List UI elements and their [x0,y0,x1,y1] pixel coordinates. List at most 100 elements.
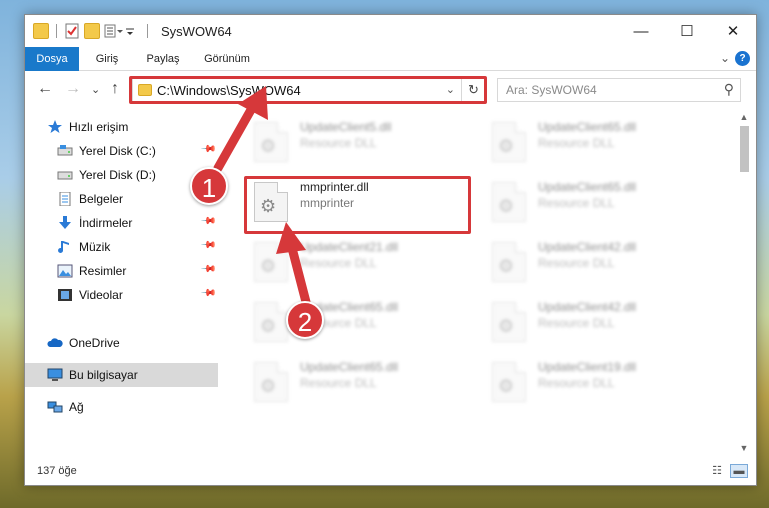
sidebar-item-quick-access[interactable]: Hızlı erişim [25,115,218,139]
tab-gorunum[interactable]: Görünüm [195,47,259,71]
list-item[interactable]: ⚙ UpdateClient65.dll Resource DLL [478,114,698,166]
pin-icon[interactable]: 📌 [199,237,216,254]
tab-paylas[interactable]: Paylaş [135,47,191,71]
file-name: UpdateClient19.dll [538,360,637,374]
sidebar-item-label: Müzik [79,240,111,254]
sidebar-item-this-pc[interactable]: Bu bilgisayar [25,363,218,387]
sidebar-item-onedrive[interactable]: OneDrive [25,331,218,355]
gear-icon: ⚙ [498,376,515,396]
pin-icon[interactable]: 📌 [199,261,216,278]
list-item[interactable]: ⚙ UpdateClient21.dll Resource DLL [240,234,460,286]
properties-icon[interactable] [64,23,80,39]
customize-toolbar-icon[interactable] [104,23,123,39]
list-item[interactable]: ⚙ UpdateClient65.dll Resource DLL [240,354,460,406]
new-folder-icon[interactable] [84,23,100,39]
documents-icon [57,191,73,207]
file-name: UpdateClient65.dll [538,180,637,194]
sidebar-item-label: İndirmeler [79,216,133,230]
music-icon [57,240,73,254]
close-button[interactable]: ✕ [710,15,756,47]
pictures-icon [57,264,73,278]
gear-icon: ⚙ [498,316,515,336]
tab-giris[interactable]: Giriş [83,47,131,71]
sidebar-item-local-disk-d[interactable]: Yerel Disk (D:) [25,163,218,187]
drive-icon [57,144,73,158]
sidebar-item-videos[interactable]: Videolar 📌 [25,283,218,307]
file-description: Resource DLL [538,256,615,270]
item-count: 137 öğe [37,465,77,477]
scroll-thumb[interactable] [740,126,749,172]
search-placeholder[interactable]: Ara: SysWOW64 [506,83,597,97]
status-bar: 137 öğe ☷ ▬ [25,459,756,485]
address-bar-highlight [129,76,487,104]
sidebar-item-label: Yerel Disk (D:) [79,168,156,182]
file-list: ⚙ UpdateClient5.dll Resource DLL ⚙ mmpri… [230,110,734,460]
step-2-badge: 2 [286,301,324,339]
pin-icon[interactable]: 📌 [199,213,216,230]
window-title: SysWOW64 [161,24,232,39]
sidebar-item-downloads[interactable]: İndirmeler 📌 [25,211,218,235]
up-button[interactable]: ↑ [111,80,119,98]
folder-icon[interactable] [33,23,49,39]
gear-icon: ⚙ [498,136,515,156]
recent-locations-button[interactable]: ⌄ [91,83,100,96]
sidebar-item-music[interactable]: Müzik 📌 [25,235,218,259]
details-view-icon[interactable]: ☷ [708,464,726,478]
sidebar-item-network[interactable]: Ağ [25,395,218,419]
star-icon [47,120,63,134]
sidebar-item-label: Hızlı erişim [69,120,129,134]
search-box[interactable]: Ara: SysWOW64 ⚲ [497,78,741,102]
list-item[interactable]: ⚙ UpdateClient5.dll Resource DLL [240,114,460,166]
file-description: Resource DLL [300,136,377,150]
file-name: UpdateClient42.dll [538,240,637,254]
file-name: UpdateClient65.dll [300,360,399,374]
step-1-badge: 1 [190,167,228,205]
pin-icon[interactable]: 📌 [199,141,216,158]
file-description: Resource DLL [538,316,615,330]
computer-icon [47,368,63,382]
gear-icon: ⚙ [260,136,277,156]
mmprinter-highlight [244,176,471,234]
list-item[interactable]: ⚙ UpdateClient65.dll Resource DLL [240,294,460,346]
help-icon[interactable]: ? [735,51,750,66]
sidebar-item-label: OneDrive [69,336,120,350]
gear-icon: ⚙ [498,196,515,216]
minimize-button[interactable]: — [618,15,664,47]
search-icon[interactable]: ⚲ [724,81,734,98]
sidebar-item-pictures[interactable]: Resimler 📌 [25,259,218,283]
cloud-icon [47,336,63,350]
sidebar-item-documents[interactable]: Belgeler 📌 [25,187,218,211]
chevron-down-icon[interactable] [124,23,140,39]
sidebar-item-label: Ağ [69,400,84,414]
sidebar-item-label: Yerel Disk (C:) [79,144,156,158]
vertical-scrollbar[interactable]: ▲ ▼ [736,112,752,457]
scroll-down-icon[interactable]: ▼ [736,443,752,457]
tab-dosya[interactable]: Dosya [25,47,79,71]
sidebar-item-label: Videolar [79,288,123,302]
maximize-button[interactable]: ☐ [664,15,710,47]
file-name: UpdateClient42.dll [538,300,637,314]
download-icon [57,216,73,230]
gear-icon: ⚙ [498,256,515,276]
pin-icon[interactable]: 📌 [199,285,216,302]
expand-ribbon-icon[interactable]: ⌄ [720,51,730,65]
explorer-window: SysWOW64 — ☐ ✕ Dosya Giriş Paylaş Görünü… [24,14,757,486]
sidebar-item-label: Belgeler [79,192,124,206]
gear-icon: ⚙ [260,256,277,276]
file-description: Resource DLL [538,196,615,210]
ribbon-tabs: Dosya Giriş Paylaş Görünüm ⌄ ? [25,47,756,71]
tiles-view-icon[interactable]: ▬ [730,464,748,478]
videos-icon [57,288,73,302]
file-description: Resource DLL [300,256,377,270]
back-button[interactable]: ← [37,80,53,98]
list-item[interactable]: ⚙ UpdateClient65.dll Resource DLL [478,174,698,226]
list-item[interactable]: ⚙ UpdateClient42.dll Resource DLL [478,234,698,286]
drive-icon [57,168,73,182]
file-description: Resource DLL [300,376,377,390]
navigation-pane: Hızlı erişim Yerel Disk (C:) 📌 Yerel Dis… [25,113,218,453]
list-item[interactable]: ⚙ UpdateClient19.dll Resource DLL [478,354,698,406]
forward-button[interactable]: → [65,80,81,98]
sidebar-item-local-disk-c[interactable]: Yerel Disk (C:) 📌 [25,139,218,163]
scroll-up-icon[interactable]: ▲ [736,112,752,126]
list-item[interactable]: ⚙ UpdateClient42.dll Resource DLL [478,294,698,346]
